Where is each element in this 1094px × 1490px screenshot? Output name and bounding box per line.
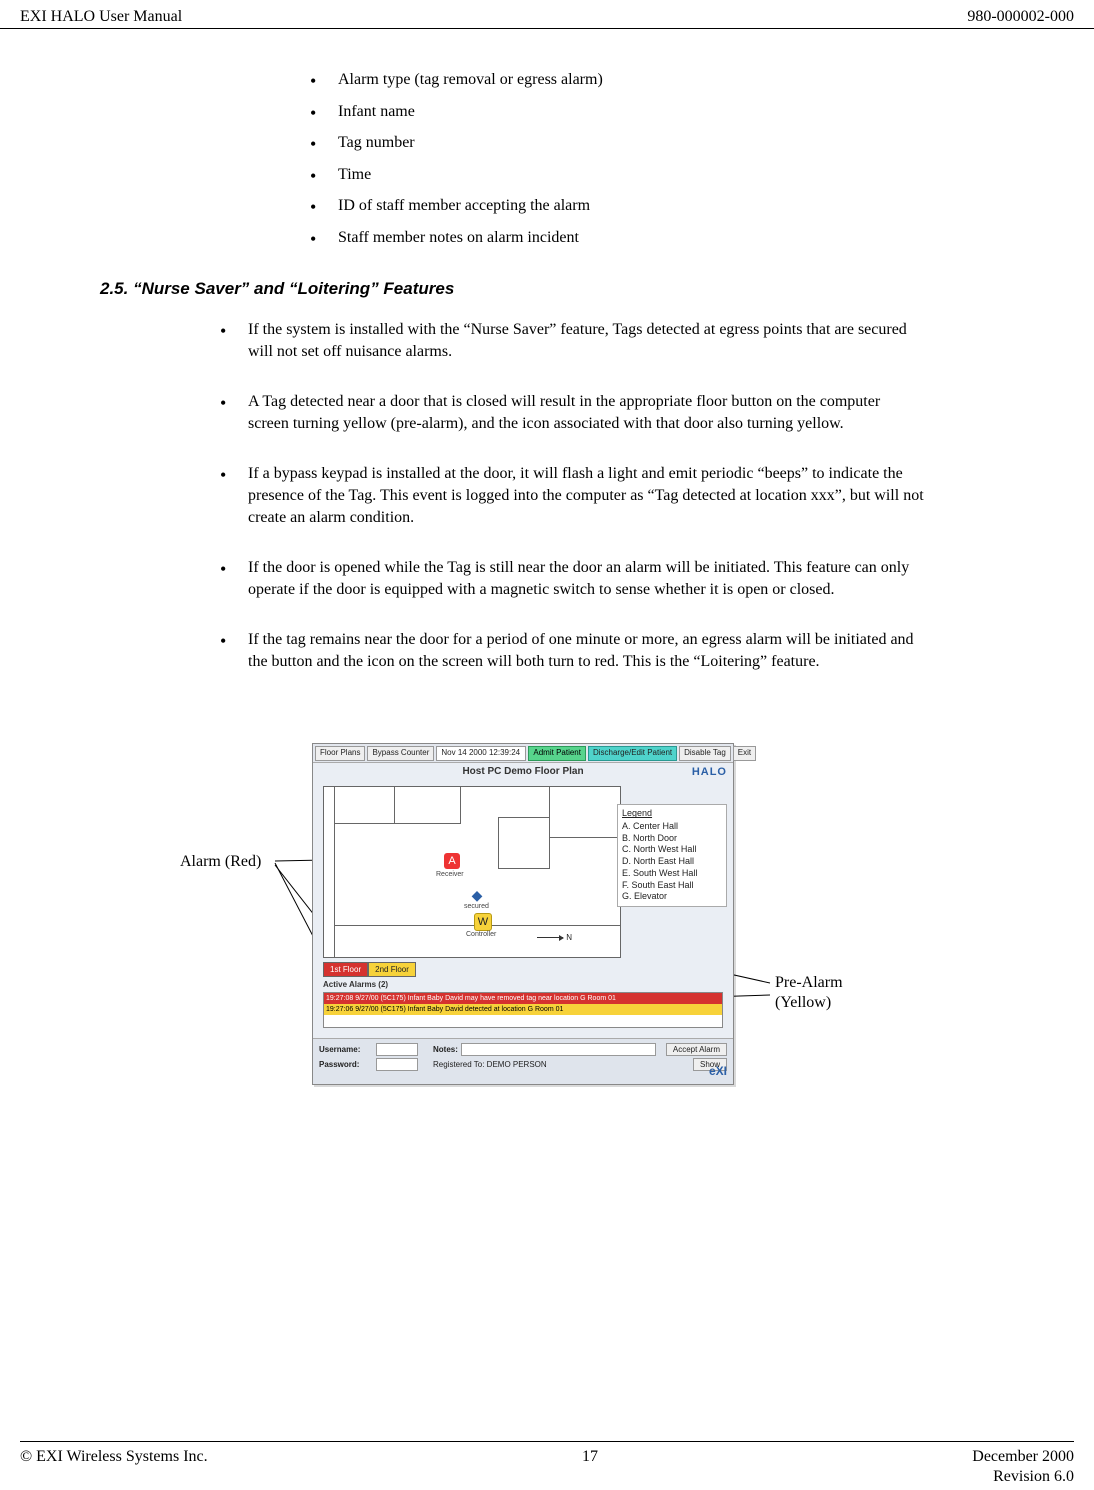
list-item: ID of staff member accepting the alarm [310,195,1014,217]
footer-page-number: 17 [582,1448,598,1466]
brand-logo: HALO [692,766,727,778]
registered-to-label: Registered To: DEMO PERSON [433,1060,690,1069]
callout-line1: Pre-Alarm [775,974,843,991]
legend-box: Legend A. Center Hall B. North Door C. N… [617,804,727,907]
bypass-counter-button[interactable]: Bypass Counter [367,746,434,761]
legend-item: A. Center Hall [622,821,722,833]
datetime-display: Nov 14 2000 12:39:24 [436,746,526,761]
alarm-line-red[interactable]: 19:27:08 9/27/00 (5C175) Infant Baby Dav… [324,993,722,1004]
footer-revision: Revision 6.0 [993,1468,1074,1486]
page-header: EXI HALO User Manual 980-000002-000 [0,0,1094,29]
exi-logo: eXI [709,1064,727,1078]
legend-item: E. South West Hall [622,868,722,880]
list-item: Alarm type (tag removal or egress alarm) [310,69,1014,91]
footer-right: December 2000 [972,1448,1074,1466]
callout-label-prealarm-yellow: Pre-Alarm (Yellow) [775,973,843,1011]
second-floor-button[interactable]: 2nd Floor [368,962,416,977]
panel-title: Host PC Demo Floor Plan [313,766,733,777]
floor-buttons: 1st Floor 2nd Floor [323,962,416,977]
screenshot-floorplan-app: Floor Plans Bypass Counter Nov 14 2000 1… [312,743,734,1085]
list-item: Tag number [310,132,1014,154]
prealarm-controller-icon[interactable]: W [474,913,492,931]
password-input[interactable] [376,1058,418,1071]
legend-item: G. Elevator [622,891,722,903]
footer-rule [20,1441,1074,1442]
figure-container: Alarm (Red) Pre-Alarm (Yellow) [80,743,1014,1103]
list-item: If the door is opened while the Tag is s… [220,557,924,601]
secured-icon: ◆ [469,887,485,903]
header-right: 980-000002-000 [967,8,1074,26]
list-item: If a bypass keypad is installed at the d… [220,463,924,529]
page-content: Alarm type (tag removal or egress alarm)… [0,69,1094,1103]
active-alarms-title: Active Alarms (2) [323,980,388,989]
list-item: Infant name [310,101,1014,123]
feature-bullet-list: If the system is installed with the “Nur… [220,319,924,674]
list-item: Time [310,164,1014,186]
floor-plan-canvas: A Receiver ◆ secured W Controller N [323,786,621,958]
username-input[interactable] [376,1043,418,1056]
alarm-line-yellow[interactable]: 19:27:06 9/27/00 (5C175) Infant Baby Dav… [324,1004,722,1015]
discharge-edit-patient-button[interactable]: Discharge/Edit Patient [588,746,677,761]
list-item: Staff member notes on alarm incident [310,227,1014,249]
north-indicator: N [537,933,572,942]
icon-label: Receiver [436,871,464,878]
callout-label-alarm-red: Alarm (Red) [180,853,261,871]
legend-title: Legend [622,808,722,820]
bottom-bar: Username: Notes: Accept Alarm Password: … [313,1038,733,1084]
list-item: If the tag remains near the door for a p… [220,629,924,673]
app-topbar: Floor Plans Bypass Counter Nov 14 2000 1… [313,744,733,763]
legend-item: F. South East Hall [622,880,722,892]
password-label: Password: [319,1060,373,1069]
list-item: A Tag detected near a door that is close… [220,391,924,435]
exit-button[interactable]: Exit [733,746,756,761]
notes-label: Notes: [433,1045,458,1054]
list-item: If the system is installed with the “Nur… [220,319,924,363]
section-heading: 2.5. “Nurse Saver” and “Loitering” Featu… [100,279,1014,299]
legend-item: C. North West Hall [622,844,722,856]
legend-item: D. North East Hall [622,856,722,868]
notes-input[interactable] [461,1043,656,1056]
callout-line2: (Yellow) [775,994,831,1011]
accept-alarm-button[interactable]: Accept Alarm [666,1043,727,1056]
username-label: Username: [319,1045,373,1054]
first-floor-button[interactable]: 1st Floor [323,962,368,977]
legend-item: B. North Door [622,833,722,845]
admit-patient-button[interactable]: Admit Patient [528,746,586,761]
floor-plans-button[interactable]: Floor Plans [315,746,365,761]
icon-label: secured [464,903,489,910]
icon-label: Controller [466,931,496,938]
intro-bullet-list: Alarm type (tag removal or egress alarm)… [310,69,1014,249]
alarm-receiver-icon[interactable]: A [444,853,460,869]
page-footer: © EXI Wireless Systems Inc. 17 December … [20,1448,1074,1466]
header-left: EXI HALO User Manual [20,8,182,26]
disable-tag-button[interactable]: Disable Tag [679,746,731,761]
document-page: EXI HALO User Manual 980-000002-000 Alar… [0,0,1094,1490]
active-alarms-list: 19:27:08 9/27/00 (5C175) Infant Baby Dav… [323,992,723,1028]
footer-left: © EXI Wireless Systems Inc. [20,1448,208,1466]
